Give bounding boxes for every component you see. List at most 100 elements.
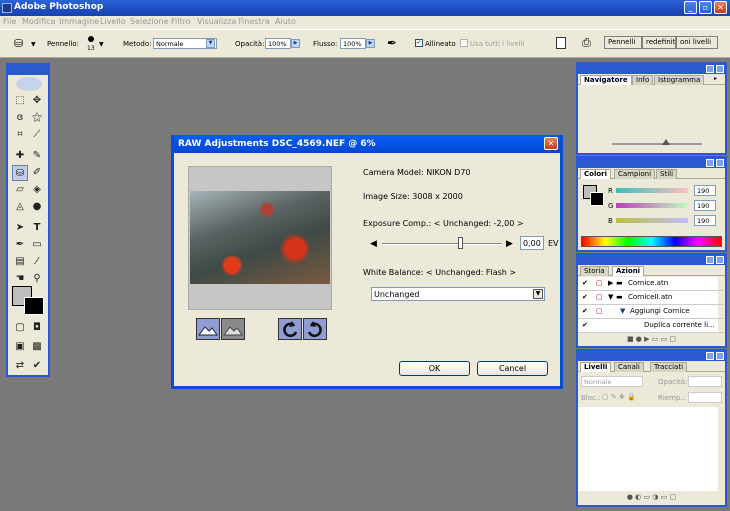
healing-brush-icon[interactable]: ✚ <box>12 148 28 164</box>
exposure-slider-thumb[interactable] <box>458 237 463 249</box>
panel-close-icon[interactable] <box>716 256 724 264</box>
use-all-layers-checkbox[interactable] <box>460 39 468 47</box>
flow-field[interactable]: 100% <box>340 38 366 49</box>
blur-icon[interactable]: ◬ <box>12 199 28 215</box>
cancel-button[interactable]: Cancel <box>477 361 548 376</box>
path-selection-icon[interactable]: ➤ <box>12 220 28 236</box>
panel-titlebar[interactable] <box>578 255 725 265</box>
type-icon[interactable]: T <box>29 220 45 236</box>
eyedropper-icon[interactable]: ⁄ <box>29 254 45 270</box>
marquee-icon[interactable]: ⬚ <box>12 93 28 109</box>
brush-picker-arrow-icon[interactable]: ▼ <box>99 41 104 48</box>
actions-controls[interactable]: ■ ● ▶ ▭ ▭ ▢ <box>578 335 725 346</box>
panel-minimize-icon[interactable] <box>706 256 714 264</box>
menu-selezione[interactable]: Selezione <box>130 17 168 26</box>
menu-modifica[interactable]: Modifica <box>22 17 55 26</box>
clone-stamp-tool-icon[interactable]: ⛁ <box>12 165 28 181</box>
imageready-icon[interactable]: ⇄ <box>12 358 28 374</box>
brush-icon[interactable]: ✎ <box>29 148 45 164</box>
paint-bucket-icon[interactable]: ◈ <box>29 182 45 198</box>
menu-livello[interactable]: Livello <box>100 17 126 26</box>
tab-history[interactable]: Storia <box>580 266 609 276</box>
notes-icon[interactable]: ▤ <box>12 254 28 270</box>
rotate-right-button[interactable] <box>303 318 327 340</box>
slice-icon[interactable]: ⟋ <box>29 127 45 143</box>
airbrush-icon[interactable]: ✒ <box>387 36 397 50</box>
move-icon[interactable]: ✥ <box>29 93 45 109</box>
toolbox-titlebar[interactable] <box>8 65 48 75</box>
list-item[interactable]: ✔ ▢ ▶ ▬ Cornice.atn <box>578 277 724 291</box>
panel-titlebar[interactable] <box>578 64 725 74</box>
well-tab-layer-comps[interactable]: oni livelli <box>676 36 718 49</box>
pen-icon[interactable]: ✒ <box>12 237 28 253</box>
slider-left-arrow-icon[interactable]: ◀ <box>370 239 377 249</box>
list-item[interactable]: ✔ ▢ ▼ ▬ CorniceII.atn <box>578 291 724 305</box>
panel-close-icon[interactable] <box>716 65 724 73</box>
fullscreen-icon[interactable]: ▩ <box>29 339 45 355</box>
standard-mode-icon[interactable]: ▢ <box>12 320 28 336</box>
list-item[interactable]: ✔ Duplica corrente li... <box>578 319 724 333</box>
zoom-icon[interactable]: ⚲ <box>29 271 45 287</box>
feather-logo-icon[interactable] <box>16 77 42 91</box>
mountain-preview-button[interactable] <box>196 318 220 340</box>
panel-menu-icon[interactable]: ▸ <box>714 75 717 82</box>
mode-dropdown-icon[interactable]: ▼ <box>206 39 215 48</box>
menu-immagine[interactable]: Immagine <box>59 17 99 26</box>
tab-paths[interactable]: Tracciati <box>650 362 688 372</box>
blend-mode-select[interactable]: Normale <box>581 376 643 387</box>
screen-mode-icon[interactable]: ▣ <box>12 339 28 355</box>
color-ramp[interactable] <box>581 236 722 247</box>
tab-channels[interactable]: Canali <box>614 362 644 372</box>
jump-icon[interactable]: ✔ <box>29 358 45 374</box>
panel-titlebar[interactable] <box>578 351 725 361</box>
clone-stamp-icon[interactable]: ⛁ <box>14 37 23 50</box>
g-field[interactable]: 190 <box>694 200 716 211</box>
flow-arrow-icon[interactable]: ▶ <box>366 39 375 48</box>
crop-icon[interactable]: ⌗ <box>12 127 28 143</box>
history-brush-icon[interactable]: ✐ <box>29 165 45 181</box>
tool-preset-arrow-icon[interactable]: ▼ <box>31 41 36 48</box>
tab-swatches[interactable]: Campioni <box>614 169 656 179</box>
tab-histogram[interactable]: Istogramma <box>654 75 705 85</box>
hand-icon[interactable]: ☚ <box>12 271 28 287</box>
dialog-titlebar[interactable]: RAW Adjustments DSC_4569.NEF @ 6% ✕ <box>174 135 560 153</box>
close-icon[interactable]: ✕ <box>714 1 727 14</box>
panel-minimize-icon[interactable] <box>706 159 714 167</box>
menu-filtro[interactable]: Filtro <box>171 17 191 26</box>
r-slider[interactable] <box>616 188 688 193</box>
background-color-swatch[interactable] <box>24 297 44 315</box>
tab-navigator[interactable]: Navigatore <box>580 75 632 85</box>
lasso-icon[interactable]: ɞ <box>12 110 28 126</box>
lock-icons[interactable]: ▢ ✎ ✥ 🔒 <box>602 393 636 401</box>
minimize-icon[interactable]: _ <box>684 1 697 14</box>
b-field[interactable]: 190 <box>694 215 716 226</box>
white-balance-select[interactable]: Unchanged <box>371 287 545 301</box>
dodge-icon[interactable]: ● <box>29 199 45 215</box>
quick-mask-icon[interactable]: ◘ <box>29 320 45 336</box>
well-tab-presets[interactable]: redefiniti <box>642 36 676 49</box>
shape-icon[interactable]: ▭ <box>29 237 45 253</box>
fill-field[interactable] <box>688 392 722 403</box>
aligned-checkbox[interactable]: ✓ <box>415 39 423 47</box>
exposure-slider-track[interactable] <box>382 243 502 245</box>
magic-wand-icon[interactable]: ⚝ <box>29 110 45 126</box>
tab-colors[interactable]: Colori <box>580 169 612 179</box>
panel-minimize-icon[interactable] <box>706 352 714 360</box>
b-slider[interactable] <box>616 218 688 223</box>
zoom-slider[interactable] <box>612 143 702 145</box>
zoom-slider-thumb[interactable] <box>662 139 670 145</box>
tab-info[interactable]: Info <box>632 75 654 85</box>
dialog-close-icon[interactable]: ✕ <box>544 137 558 150</box>
layer-opacity-field[interactable] <box>688 376 722 387</box>
list-item[interactable]: ✔ ▢ ▼ Aggiungi Cornice <box>578 305 724 319</box>
panel-close-icon[interactable] <box>716 352 724 360</box>
restore-icon[interactable]: ▫ <box>699 1 712 14</box>
rotate-left-button[interactable] <box>278 318 302 340</box>
tab-styles[interactable]: Stili <box>656 169 678 179</box>
menu-finestra[interactable]: Finestra <box>238 17 270 26</box>
palette-well-icon[interactable]: ⎙ <box>582 36 591 50</box>
opacity-field[interactable]: 100% <box>265 38 291 49</box>
ok-button[interactable]: OK <box>399 361 470 376</box>
tab-actions[interactable]: Azioni <box>612 266 645 276</box>
panel-close-icon[interactable] <box>716 159 724 167</box>
